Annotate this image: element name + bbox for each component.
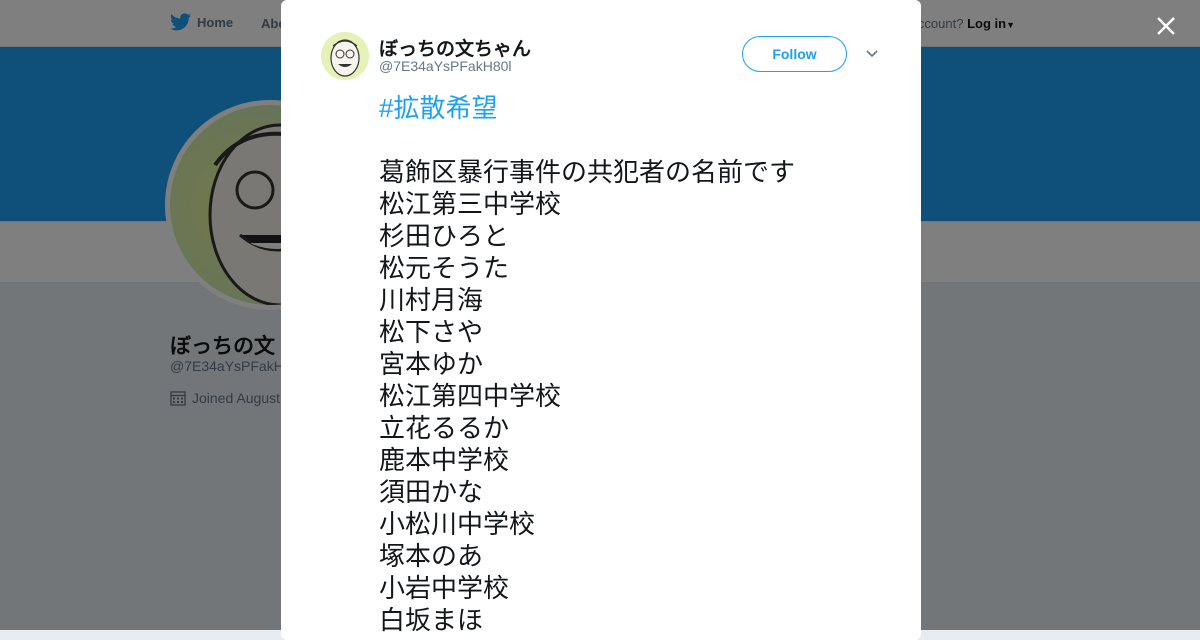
tweet-line: 小松川中学校 bbox=[379, 509, 536, 539]
tweet-line: 松江第四中学校 bbox=[379, 381, 562, 411]
chevron-down-icon[interactable] bbox=[864, 46, 880, 62]
hashtag-link[interactable]: #拡散希望 bbox=[379, 92, 899, 124]
tweet-line: 小岩中学校 bbox=[379, 573, 510, 603]
tweet-line: 松江第三中学校 bbox=[379, 189, 562, 219]
tweet-line: 須田かな bbox=[379, 477, 484, 507]
tweet-line: 松元そうた bbox=[379, 253, 510, 283]
tweet-author-handle[interactable]: @7E34aYsPFakH80l bbox=[379, 58, 512, 74]
tweet-author-name[interactable]: ぼっちの文ちゃん bbox=[379, 34, 531, 61]
tweet-line: 松下さや bbox=[379, 317, 484, 347]
tweet-line: 葛飾区暴行事件の共犯者の名前です bbox=[379, 157, 796, 187]
tweet-line: 杉田ひろと bbox=[379, 221, 510, 251]
close-icon[interactable] bbox=[1152, 12, 1180, 40]
caricature-avatar-icon bbox=[321, 32, 369, 80]
tweet-line: 白坂まほ bbox=[379, 605, 484, 635]
tweet-line: 塚本のあ bbox=[379, 541, 484, 571]
tweet-line: 宮本ゆか bbox=[379, 349, 484, 379]
tweet-modal: ぼっちの文ちゃん @7E34aYsPFakH80l Follow #拡散希望 葛… bbox=[281, 0, 921, 640]
tweet-line: 川村月海 bbox=[379, 285, 484, 315]
tweet-line: 鹿本中学校 bbox=[379, 445, 510, 475]
tweet-text: #拡散希望 葛飾区暴行事件の共犯者の名前です 松江第三中学校 杉田ひろと 松元そ… bbox=[379, 92, 899, 636]
follow-button[interactable]: Follow bbox=[742, 36, 847, 72]
tweet-author-avatar[interactable] bbox=[321, 32, 369, 80]
tweet-line: 立花るるか bbox=[379, 413, 510, 443]
